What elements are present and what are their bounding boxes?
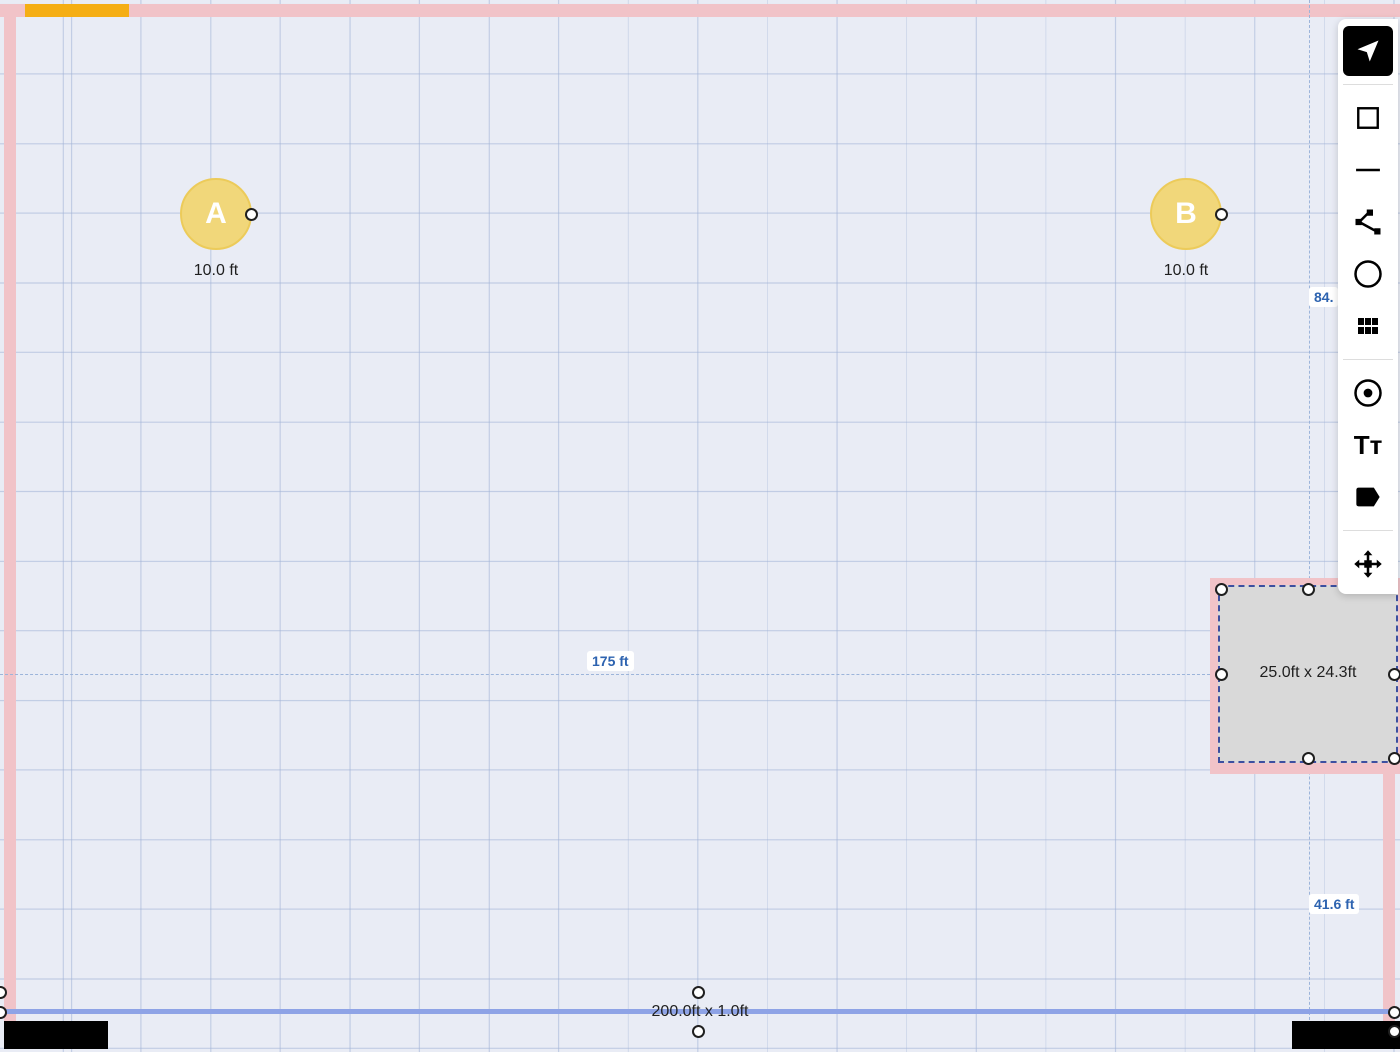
select-tool-button[interactable] — [1343, 26, 1393, 76]
rect-handle-middle-left[interactable] — [1215, 668, 1228, 681]
point-tool-button[interactable] — [1343, 368, 1393, 418]
wall-handle-top[interactable] — [692, 986, 705, 999]
rect-handle-bottom-center[interactable] — [1302, 752, 1315, 765]
vertical-guide-line — [1309, 0, 1310, 1040]
toolbar-divider — [1343, 359, 1393, 360]
square-icon — [1357, 107, 1379, 129]
vertical-dimension-bottom-label: 41.6 ft — [1309, 894, 1360, 914]
drawing-toolbar: Tт — [1338, 19, 1398, 594]
zone-a-size-label: 10.0 ft — [193, 262, 239, 279]
pan-tool-button[interactable] — [1343, 539, 1393, 589]
zone-b-circle[interactable]: B — [1150, 178, 1222, 250]
vertical-dimension-top-label: 84. — [1309, 287, 1339, 307]
horizontal-guide-line — [0, 674, 1210, 675]
boundary-marker[interactable] — [25, 4, 129, 17]
zone-b-letter: B — [1175, 197, 1197, 230]
text-tool-button[interactable]: Tт — [1343, 420, 1393, 470]
wall-size-label: 200.0ft x 1.0ft — [651, 1003, 749, 1020]
move-arrows-icon — [1354, 550, 1382, 578]
rectangle-tool-button[interactable] — [1343, 93, 1393, 143]
wall-end-block-left[interactable] — [4, 1021, 108, 1049]
circle-tool-button[interactable] — [1343, 249, 1393, 299]
rect-handle-bottom-right[interactable] — [1388, 752, 1400, 765]
grid-icon — [1358, 318, 1378, 334]
text-icon: Tт — [1353, 429, 1383, 460]
rect-handle-middle-right[interactable] — [1388, 668, 1400, 681]
line-tool-button[interactable] — [1343, 145, 1393, 195]
zone-a-letter: A — [205, 197, 227, 230]
target-icon — [1354, 379, 1382, 407]
selected-rect-size-label: 25.0ft x 24.3ft — [1259, 664, 1357, 681]
toolbar-divider — [1343, 530, 1393, 531]
grid-tool-button[interactable] — [1343, 301, 1393, 351]
zone-a-circle[interactable]: A — [180, 178, 252, 250]
rect-handle-top-center[interactable] — [1302, 583, 1315, 596]
toolbar-divider — [1343, 84, 1393, 85]
navigation-arrow-icon — [1357, 40, 1379, 62]
boundary-top-edge[interactable] — [0, 4, 1400, 17]
wall-handle-right-bottom[interactable] — [1388, 1025, 1400, 1038]
boundary-left-edge[interactable] — [4, 4, 16, 1048]
circle-icon — [1354, 260, 1382, 288]
wall-end-block-right[interactable] — [1292, 1021, 1400, 1049]
zone-b-resize-handle[interactable] — [1215, 208, 1228, 221]
polyline-icon — [1355, 209, 1381, 235]
horizontal-dimension-label: 175 ft — [587, 651, 634, 671]
line-icon — [1356, 168, 1380, 172]
zone-a-resize-handle[interactable] — [245, 208, 258, 221]
wall-handle-right[interactable] — [1388, 1006, 1400, 1019]
wall-handle-bottom[interactable] — [692, 1025, 705, 1038]
floor-plan-canvas[interactable]: 175 ft 84. 41.6 ft A 10.0 ft B 10.0 ft 2… — [0, 0, 1400, 1052]
rect-handle-top-left[interactable] — [1215, 583, 1228, 596]
zone-b-size-label: 10.0 ft — [1163, 262, 1209, 279]
label-tool-button[interactable] — [1343, 472, 1393, 522]
polyline-tool-button[interactable] — [1343, 197, 1393, 247]
tag-icon — [1356, 487, 1380, 507]
